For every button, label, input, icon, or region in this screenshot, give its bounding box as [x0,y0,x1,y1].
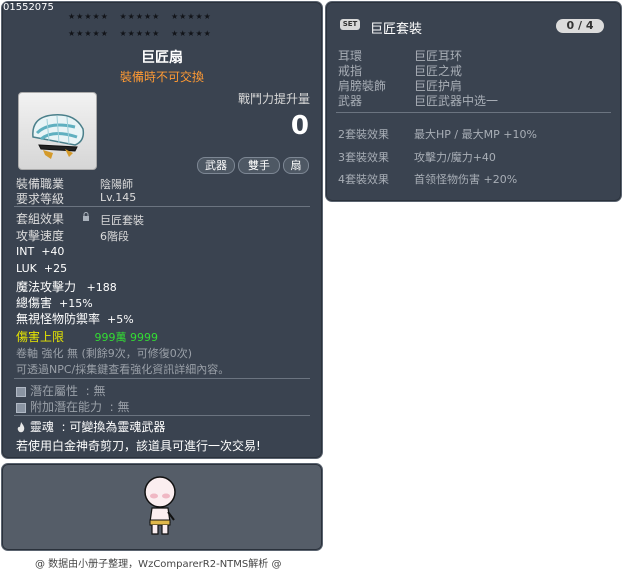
attack-speed-label: 攻擊速度 [16,229,65,243]
divider [336,112,611,113]
set-count-badge: 0 / 4 [556,19,604,33]
set-badge: SET [340,19,360,30]
flame-icon [16,422,26,433]
item-name: 巨匠扇 [141,50,183,66]
tag-fan: 扇 [283,157,309,174]
potential-box-icon [16,402,26,413]
stat-row: INT +40 [16,245,65,258]
enhance-info: 可透過NPC/採集鍵查看強化資訊詳細內容。 [16,363,230,376]
potential-row: 潛在屬性 : 無 [16,382,106,399]
set-effect-desc: 首领怪物伤害 +20% [414,173,518,186]
stat-row: LUK +25 [16,262,68,275]
set-effect-label: 套組效果 [16,212,65,226]
set-name: 巨匠套裝 [370,22,423,37]
scroll-upgrade-info: 卷軸 強化 無 (剩餘9次，可修復0次) [16,347,193,360]
set-effect-desc: 攻擊力/魔力+40 [414,151,496,164]
damage-cap-row: 傷害上限 999萬 9999 [16,330,159,344]
star-force-row-2: ★★★★★ ★★★★★ ★★★★★ [68,29,212,38]
set-effect-tier: 4套裝效果 [338,173,389,186]
stat-row: 總傷害 +15% [16,296,93,310]
additional-potential-row: 附加潛在能力 : 無 [16,398,130,415]
item-tooltip-panel: 01552075 ★★★★★ ★★★★★ ★★★★★ ★★★★★ ★★★★★ ★… [1,1,323,459]
job-value: 陰陽師 [100,178,133,191]
trade-note: 裝備時不可交換 [119,70,204,84]
set-part-name: 巨匠武器中选一 [414,94,499,108]
lock-icon [82,211,90,221]
tag-two-handed: 雙手 [238,157,280,174]
set-effect-desc: 最大HP / 最大MP +10% [414,128,537,141]
potential-box-icon [16,386,26,397]
power-increase-value: 0 [290,111,309,141]
divider [14,378,310,379]
soul-row: 靈魂 : 可變換為靈魂武器 [16,418,165,435]
power-increase-label: 戰鬥力提升量 [237,92,310,106]
level-value: Lv.145 [100,191,137,204]
fan-item-icon [18,92,97,170]
set-effect-tier: 2套裝效果 [338,128,389,141]
avatar-preview-panel [1,463,323,551]
stat-row: 無視怪物防禦率 +5% [16,312,134,326]
stat-row: 魔法攻擊力 +188 [16,280,117,294]
set-part-slot: 武器 [338,94,363,108]
scissors-trade-note: 若使用白金神奇剪刀，該道具可進行一次交易! [16,439,261,453]
set-info-panel: SET 巨匠套裝 0 / 4 耳環 巨匠耳环 戒指 巨匠之戒 肩膀裝飾 巨匠护肩… [325,1,622,202]
divider [14,206,310,207]
tag-weapon: 武器 [197,157,235,174]
item-id: 01552075 [3,2,54,13]
divider [14,415,310,416]
set-effect-tier: 3套裝效果 [338,151,389,164]
attack-speed-value: 6階段 [100,230,129,243]
level-label: 要求等級 [16,192,65,206]
star-force-row-1: ★★★★★ ★★★★★ ★★★★★ [68,12,212,21]
character-avatar [138,472,186,540]
set-effect-value: 巨匠套裝 [100,214,144,227]
